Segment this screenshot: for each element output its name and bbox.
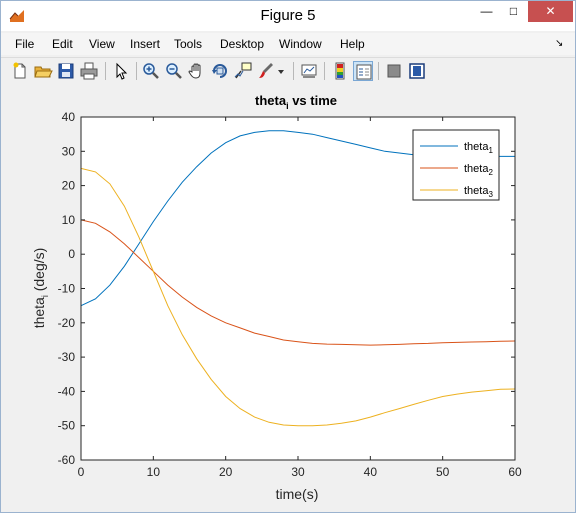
toolbar-separator — [136, 62, 137, 80]
menu-help[interactable]: Help — [340, 37, 365, 51]
y-tick-label: -60 — [58, 453, 76, 467]
y-tick-label: 20 — [62, 179, 76, 193]
x-tick-label: 20 — [219, 465, 233, 479]
y-tick-label: -10 — [58, 282, 76, 296]
menu-edit[interactable]: Edit — [52, 37, 73, 51]
menu-tools[interactable]: Tools — [174, 37, 202, 51]
save-icon[interactable] — [56, 61, 76, 81]
chart-title: thetai vs time — [255, 93, 337, 111]
y-tick-label: 0 — [68, 247, 75, 261]
y-tick-label: -50 — [58, 419, 76, 433]
toolbar-separator — [324, 62, 325, 80]
x-tick-label: 30 — [291, 465, 305, 479]
brush-icon[interactable] — [256, 61, 276, 81]
edit-plot-arrow-icon[interactable] — [111, 61, 131, 81]
toolbar-separator — [378, 62, 379, 80]
link-plot-icon[interactable] — [299, 61, 319, 81]
toolbar-separator — [105, 62, 106, 80]
x-tick-label: 10 — [147, 465, 161, 479]
x-tick-label: 40 — [364, 465, 378, 479]
y-tick-label: -30 — [58, 350, 76, 364]
close-button[interactable]: ✕ — [528, 1, 573, 22]
rotate-3d-icon[interactable] — [210, 61, 230, 81]
zoom-out-icon[interactable] — [164, 61, 184, 81]
menu-desktop[interactable]: Desktop — [220, 37, 264, 51]
y-tick-label: 10 — [62, 213, 76, 227]
maximize-button[interactable]: □ — [500, 1, 527, 22]
y-axis-label: thetai (deg/s) — [31, 248, 50, 329]
menu-window[interactable]: Window — [279, 37, 322, 51]
legend[interactable]: theta1theta2theta3 — [412, 129, 500, 201]
title-bar[interactable]: Figure 5 — □ ✕ — [1, 1, 575, 31]
x-tick-label: 50 — [436, 465, 450, 479]
plot-canvas[interactable]: 0 10 20 30 40 50 60 -60 -50 -40 -30 -20 -10 0 10 20 30 4… — [0, 84, 574, 511]
insert-colorbar-icon[interactable] — [330, 61, 350, 81]
chart-title-rest: vs time — [289, 93, 337, 108]
data-cursor-icon[interactable] — [233, 61, 253, 81]
menu-insert[interactable]: Insert — [130, 37, 160, 51]
x-axis-label: time(s) — [276, 486, 319, 502]
menu-bar: File Edit View Insert Tools Desktop Wind… — [1, 33, 575, 55]
show-plot-tools-icon[interactable] — [407, 61, 427, 81]
brush-dropdown-icon[interactable] — [276, 61, 286, 81]
hide-plot-tools-icon[interactable] — [384, 61, 404, 81]
y-tick-label: -20 — [58, 316, 76, 330]
x-tick-label: 60 — [508, 465, 522, 479]
figure-toolbar — [1, 57, 575, 86]
toolbar-separator — [293, 62, 294, 80]
open-file-icon[interactable] — [33, 61, 53, 81]
y-tick-label: 30 — [62, 144, 76, 158]
y-axis-label-rest: (deg/s) — [31, 248, 47, 295]
y-axis-label-main: theta — [31, 297, 47, 328]
new-figure-icon[interactable] — [10, 61, 30, 81]
y-tick-label: -40 — [58, 384, 76, 398]
minimize-button[interactable]: — — [473, 1, 500, 22]
chart-title-main: theta — [255, 93, 287, 108]
insert-legend-icon[interactable] — [353, 61, 373, 81]
menu-dock-arrow-icon[interactable]: ↘ — [555, 38, 563, 49]
menu-view[interactable]: View — [89, 37, 115, 51]
y-tick-label: 40 — [62, 110, 76, 124]
zoom-in-icon[interactable] — [141, 61, 161, 81]
pan-hand-icon[interactable] — [187, 61, 207, 81]
menu-file[interactable]: File — [15, 37, 34, 51]
print-icon[interactable] — [79, 61, 99, 81]
x-tick-label: 0 — [78, 465, 85, 479]
